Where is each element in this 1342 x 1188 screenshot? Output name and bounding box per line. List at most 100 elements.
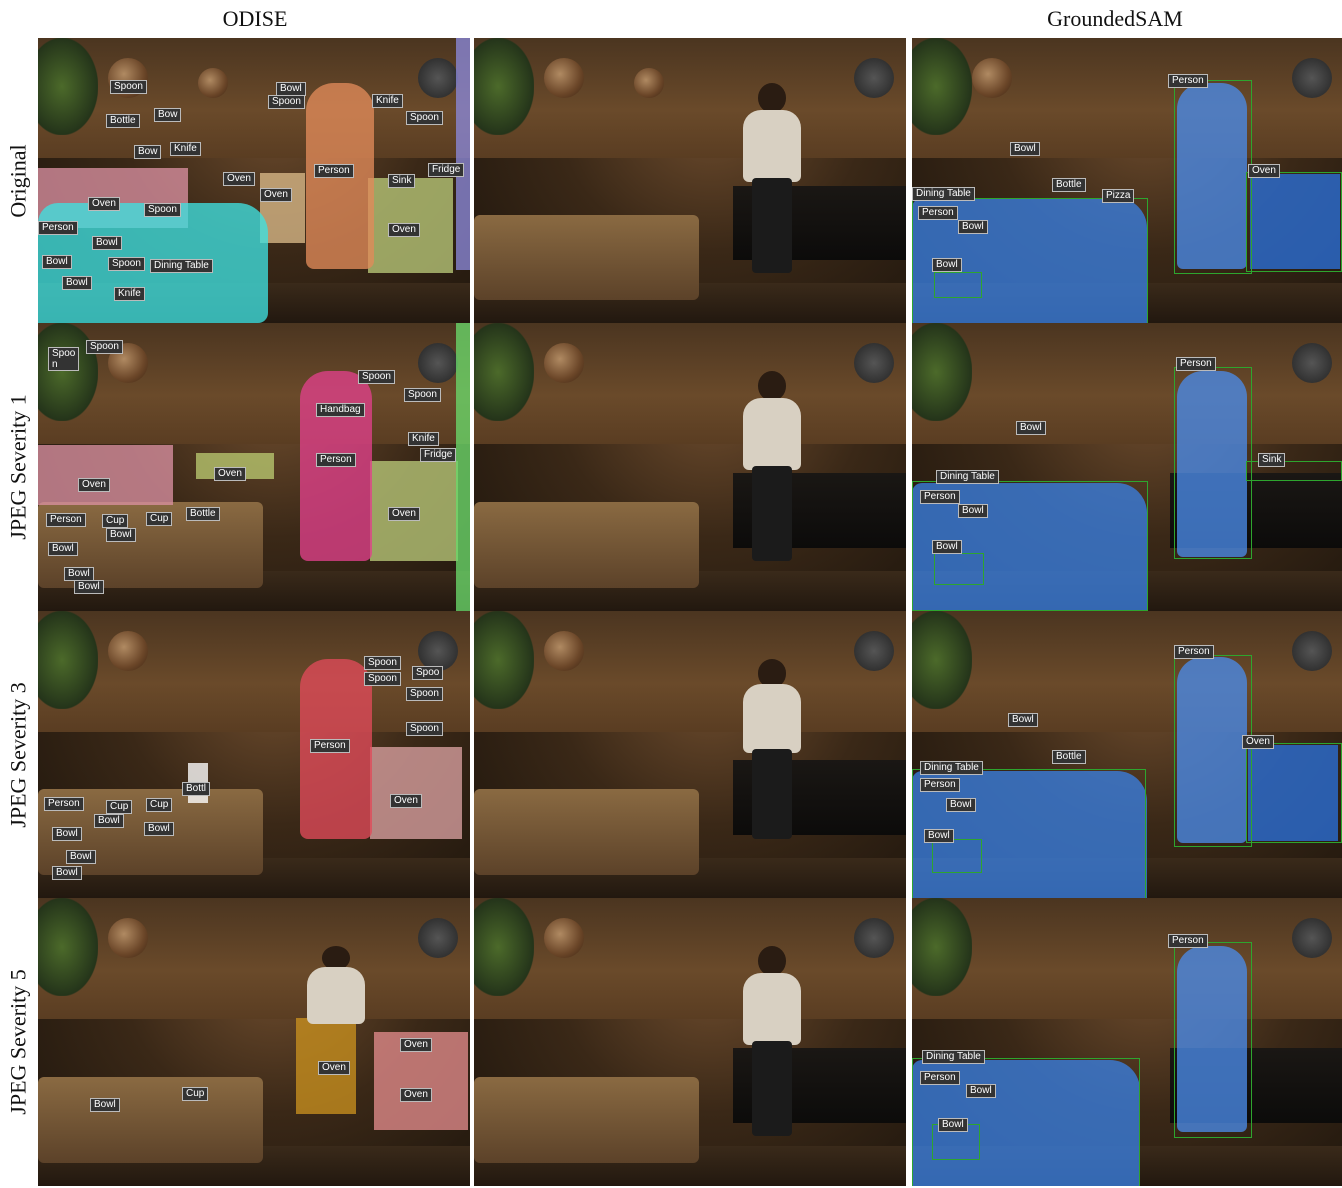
seg-label: Spoon	[406, 687, 443, 701]
groundedsam-panel-jpeg-3: Person Bowl Oven Bottle Dining Table Per…	[912, 611, 1342, 898]
det-label: Bowl	[946, 798, 976, 812]
pan	[418, 631, 458, 671]
seg-label: Bowl	[52, 827, 82, 841]
seg-label: Spoon	[406, 111, 443, 125]
det-label: Dining Table	[912, 187, 975, 201]
seg-label: Handbag	[316, 403, 365, 417]
plant	[912, 898, 973, 996]
seg-label: Oven	[223, 172, 255, 186]
wall	[38, 38, 470, 158]
pan	[418, 343, 458, 383]
seg-label: Bowl	[90, 1098, 120, 1112]
groundedsam-panel-jpeg-5: Person Dining Table Person Bowl Bowl	[912, 898, 1342, 1186]
seg-label: Bowl	[74, 580, 104, 594]
seg-label: Bowl	[64, 567, 94, 581]
box-person	[1174, 655, 1252, 847]
det-label: Dining Table	[936, 470, 999, 484]
pan	[1292, 58, 1332, 98]
seg-label: Bowl	[52, 866, 82, 880]
odise-panel-jpeg-1: Spoo n Spoon Spoon Spoon Handbag Knife F…	[38, 323, 470, 611]
table	[474, 501, 699, 588]
det-label: Bowl	[924, 829, 954, 843]
det-label: Bowl	[958, 220, 988, 234]
pan	[854, 631, 894, 671]
seg-label: Oven	[318, 1061, 350, 1075]
seg-label: Spoon	[268, 95, 305, 109]
det-label: Bottle	[1052, 750, 1086, 764]
seg-label: Fridge	[428, 163, 465, 177]
seg-label: Oven	[88, 197, 120, 211]
wall	[38, 898, 470, 1019]
det-label: Bowl	[938, 1118, 968, 1132]
seg-label: Spoon	[404, 388, 441, 402]
pan	[544, 343, 584, 383]
det-label: Dining Table	[920, 761, 983, 775]
wall	[474, 323, 906, 444]
seg-label: Oven	[388, 507, 420, 521]
box-person	[1174, 80, 1252, 274]
seg-label: Spoon	[364, 656, 401, 670]
det-label: Bowl	[1010, 142, 1040, 156]
seg-label: Oven	[214, 467, 246, 481]
seg-label: Person	[38, 221, 78, 235]
table	[474, 1076, 699, 1163]
seg-label: Spoo	[412, 666, 444, 680]
seg-label: Oven	[78, 478, 110, 492]
seg-label: Bow	[134, 145, 162, 159]
box-bowl	[934, 553, 984, 585]
seg-label: Bowl	[42, 255, 72, 269]
row-label-jpeg-1: JPEG Severity 1	[6, 394, 32, 540]
seg-label: Person	[314, 164, 354, 178]
corrupted-image-jpeg-3	[474, 611, 906, 898]
seg-label: Bowl	[94, 814, 124, 828]
seg-label: Bowl	[48, 542, 78, 556]
det-label: Oven	[1242, 735, 1274, 749]
det-label: Person	[1176, 357, 1216, 371]
det-label: Pizza	[1102, 189, 1135, 203]
odise-panel-jpeg-3: Spoon Spoo Spoon Spoon Spoon Person Oven…	[38, 611, 470, 898]
det-label: Bowl	[932, 258, 962, 272]
seg-label: Bowl	[144, 822, 174, 836]
pan	[544, 58, 584, 98]
pan	[544, 918, 584, 958]
pan	[634, 68, 664, 98]
plant	[474, 898, 535, 996]
seg-label: Bottle	[106, 114, 140, 128]
seg-label: Bow	[154, 108, 182, 122]
plant	[38, 611, 99, 709]
plant	[38, 323, 99, 421]
odise-panel-jpeg-5: Oven Oven Oven Bowl Cup	[38, 898, 470, 1186]
column-title-groundedsam: GroundedSAM	[1047, 6, 1183, 31]
seg-label: Bowl	[66, 850, 96, 864]
seg-label: Bottle	[186, 507, 220, 521]
seg-label: Fridge	[420, 448, 457, 462]
seg-label: Knife	[372, 94, 403, 108]
plant	[912, 38, 973, 135]
wall	[912, 611, 1342, 732]
seg-label: Bowl	[276, 82, 306, 96]
wall	[38, 611, 470, 732]
odise-panel-original: Spoon Bowl Spoon Knife Bottle Bow Spoon …	[38, 38, 470, 323]
seg-label: Spoon	[110, 80, 147, 94]
det-label: Bowl	[932, 540, 962, 554]
pan	[544, 631, 584, 671]
seg-label: Oven	[260, 188, 292, 202]
column-title-odise: ODISE	[222, 6, 288, 31]
det-label: Person	[918, 206, 958, 220]
person	[736, 371, 808, 561]
det-label: Oven	[1248, 164, 1280, 178]
seg-label: Spoon	[358, 370, 395, 384]
mask-oven	[370, 747, 462, 839]
pan	[854, 918, 894, 958]
row-label-jpeg-5: JPEG Severity 5	[6, 969, 32, 1115]
table	[38, 1076, 263, 1163]
pan	[972, 58, 1012, 98]
det-label: Bowl	[958, 504, 988, 518]
plant	[38, 38, 99, 135]
plant	[912, 611, 973, 709]
seg-label: Cup	[146, 798, 173, 812]
groundedsam-panel-original: Person Bowl Oven Bottle Dining Table Piz…	[912, 38, 1342, 323]
box-bowl	[932, 839, 982, 873]
seg-label: Spoon	[406, 722, 443, 736]
seg-label: Spoon	[86, 340, 123, 354]
